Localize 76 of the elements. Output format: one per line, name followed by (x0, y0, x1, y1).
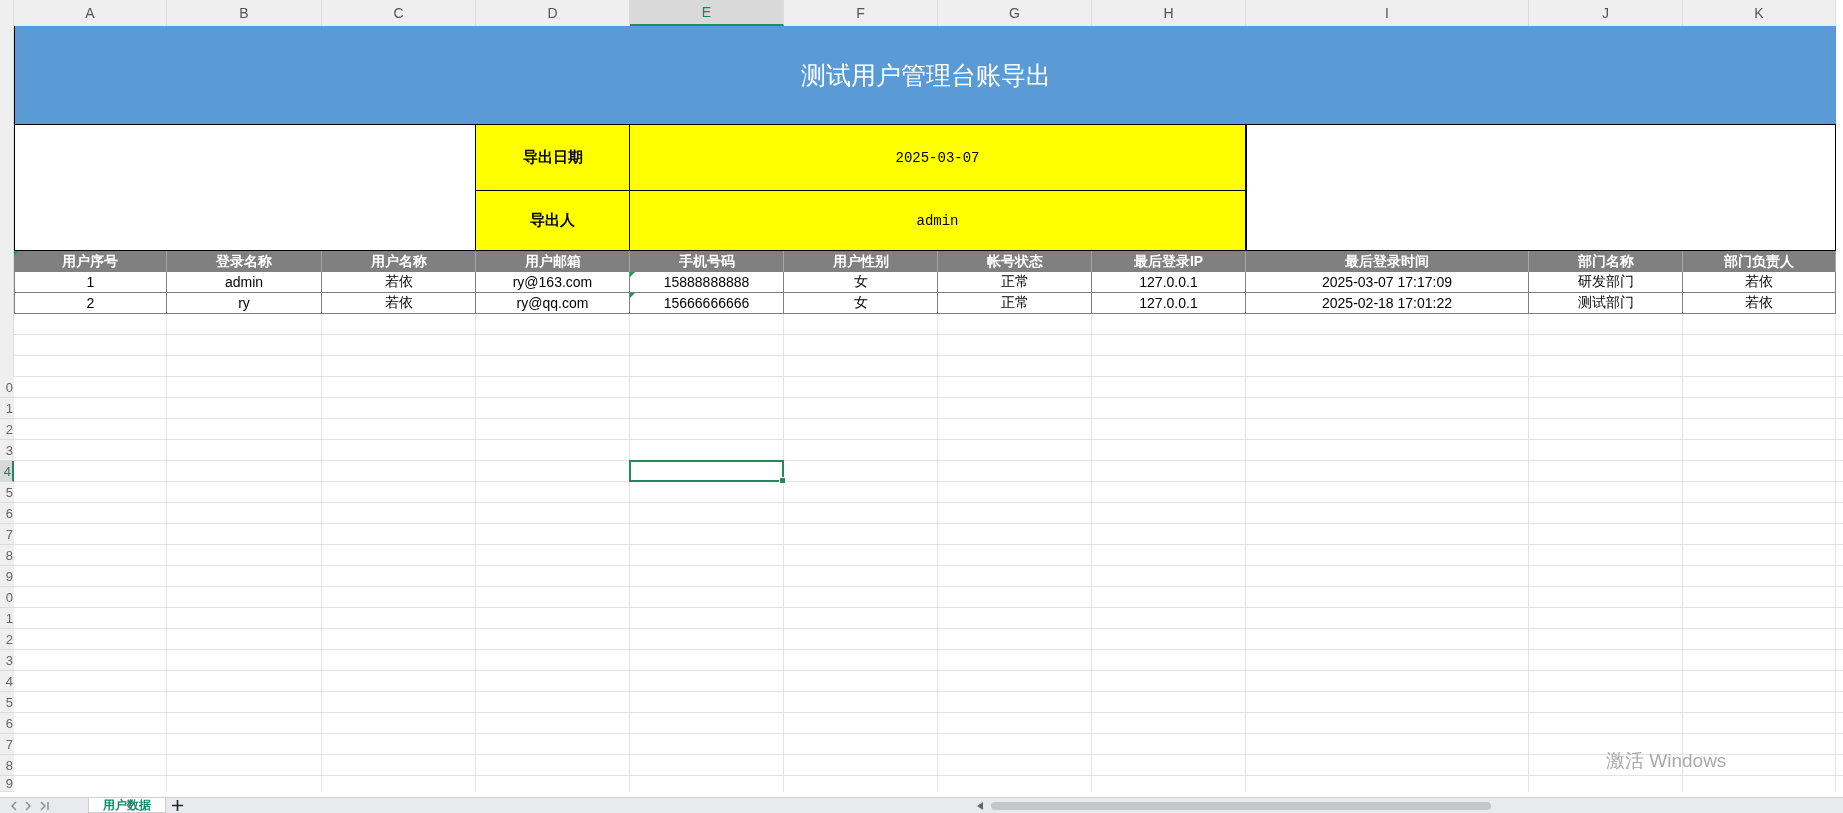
column-header[interactable]: E (630, 0, 784, 26)
table-header-cell: 用户性别 (784, 251, 938, 272)
table-header-cell: 部门负责人 (1683, 251, 1836, 272)
table-header-cell: 用户名称 (322, 251, 476, 272)
table-cell: 女 (784, 272, 938, 293)
row-header[interactable]: 1 (0, 608, 14, 629)
table-cell: ry (167, 293, 322, 314)
row-header[interactable]: 7 (0, 734, 14, 755)
row-header[interactable]: 9 (0, 566, 14, 587)
row-header[interactable]: 9 (0, 776, 14, 792)
row-header[interactable]: 6 (0, 713, 14, 734)
table-cell: 研发部门 (1529, 272, 1683, 293)
scrollbar-thumb[interactable] (991, 801, 1491, 810)
row-header[interactable]: 5 (0, 692, 14, 713)
info-value: 2025-03-07 (630, 125, 1246, 191)
table-cell: 正常 (938, 272, 1092, 293)
info-label: 导出日期 (476, 125, 630, 191)
row-header[interactable]: 3 (0, 650, 14, 671)
table-cell: 127.0.0.1 (1092, 272, 1246, 293)
row-header[interactable]: 8 (0, 545, 14, 566)
row-header[interactable]: 1 (0, 398, 14, 419)
table-cell: 2025-02-18 17:01:22 (1246, 293, 1529, 314)
table-cell: 正常 (938, 293, 1092, 314)
table-cell: admin (167, 272, 322, 293)
table-cell: 2 (14, 293, 167, 314)
column-header[interactable]: D (476, 0, 630, 26)
row-header[interactable]: 2 (0, 629, 14, 650)
info-label: 导出人 (476, 191, 630, 251)
table-cell: 女 (784, 293, 938, 314)
row-header[interactable]: 3 (0, 440, 14, 461)
row-header[interactable]: 8 (0, 755, 14, 776)
table-header-cell: 用户邮箱 (476, 251, 630, 272)
table-header-cell: 用户序号 (14, 251, 167, 272)
column-header[interactable]: I (1246, 0, 1529, 26)
table-header-cell: 登录名称 (167, 251, 322, 272)
last-sheet-icon[interactable] (40, 800, 49, 811)
column-header[interactable]: K (1683, 0, 1836, 26)
activation-notice: 激活 Windows (1606, 750, 1727, 771)
column-header[interactable]: G (938, 0, 1092, 26)
table-cell: 若依 (322, 293, 476, 314)
column-header[interactable]: C (322, 0, 476, 26)
next-sheet-icon[interactable] (25, 800, 32, 811)
table-cell: ry@qq.com (476, 293, 630, 314)
row-header[interactable]: 7 (0, 524, 14, 545)
table-header-cell: 部门名称 (1529, 251, 1683, 272)
sheet-title: 测试用户管理台账导出 (14, 26, 1836, 125)
column-header[interactable]: F (784, 0, 938, 26)
info-value: admin (630, 191, 1246, 251)
column-header[interactable]: H (1092, 0, 1246, 26)
table-cell: ry@163.com (476, 272, 630, 293)
row-header[interactable]: 4 (0, 671, 14, 692)
table-cell: 1 (14, 272, 167, 293)
column-header[interactable]: J (1529, 0, 1683, 26)
row-header[interactable]: 0 (0, 377, 14, 398)
table-header-cell: 最后登录IP (1092, 251, 1246, 272)
table-header-cell: 最后登录时间 (1246, 251, 1529, 272)
table-cell: 测试部门 (1529, 293, 1683, 314)
row-header[interactable]: 0 (0, 587, 14, 608)
table-cell: 若依 (1683, 272, 1836, 293)
column-header[interactable]: B (167, 0, 322, 26)
row-header[interactable]: 4 (0, 461, 14, 482)
row-header[interactable]: 2 (0, 419, 14, 440)
previous-sheet-icon[interactable] (10, 800, 17, 811)
table-cell: 127.0.0.1 (1092, 293, 1246, 314)
table-header-cell: 手机号码 (630, 251, 784, 272)
table-cell: 15888888888 (630, 272, 784, 293)
row-header[interactable]: 5 (0, 482, 14, 503)
table-cell: 15666666666 (630, 293, 784, 314)
row-header[interactable]: 6 (0, 503, 14, 524)
table-cell: 2025-03-07 17:17:09 (1246, 272, 1529, 293)
table-header-cell: 帐号状态 (938, 251, 1092, 272)
column-header[interactable]: A (14, 0, 167, 26)
table-cell: 若依 (322, 272, 476, 293)
sheet-tab[interactable]: 用户数据 (88, 798, 166, 813)
scroll-left-icon[interactable] (977, 801, 983, 810)
table-cell: 若依 (1683, 293, 1836, 314)
